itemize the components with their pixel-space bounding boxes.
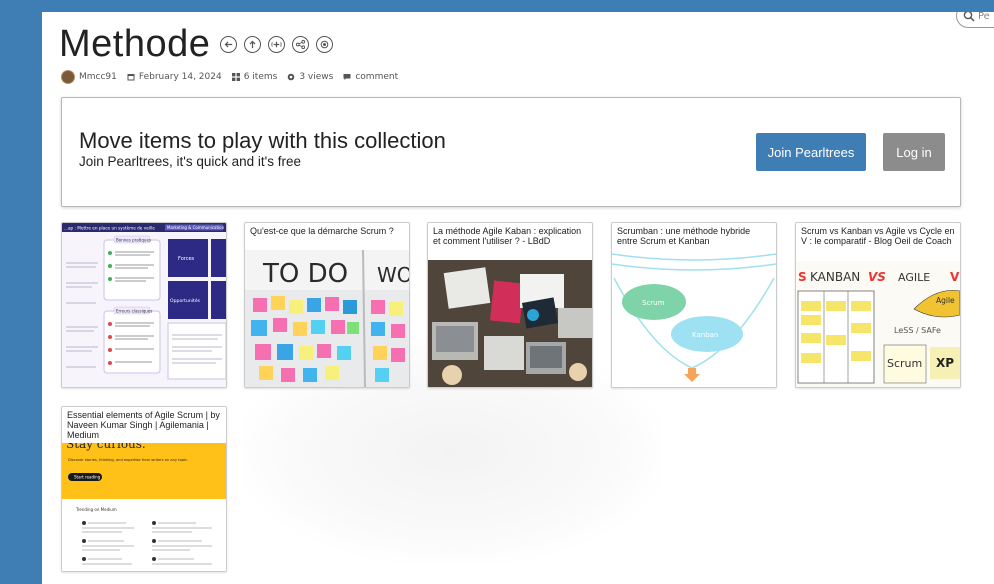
author-name[interactable]: Mmcc91	[79, 72, 117, 82]
infographic-header-left: ...ap : Mettre en place un système de ve…	[64, 226, 155, 231]
collection-meta: Mmcc91 February 14, 2024 6 items 3 views…	[61, 70, 408, 84]
scrum-board-photo: TO DO WOR	[245, 249, 409, 387]
medium-trending-heading: Trending on Medium	[75, 507, 117, 512]
comparatif-xp-label: XP	[936, 356, 954, 370]
comparatif-illustration: S KANBAN VS AGILE V Agile LeSS / SAFe Sc…	[796, 261, 960, 387]
eye-icon	[288, 73, 295, 81]
add-icon[interactable]	[268, 35, 286, 53]
diagram-kanban-label: Kanban	[692, 331, 718, 339]
join-subline: Join Pearltrees, it's quick and it's fre…	[79, 154, 302, 169]
items-count: 6 items	[243, 72, 278, 82]
board-work-text: WOR	[377, 263, 409, 287]
svg-text:V: V	[950, 270, 960, 284]
back-icon[interactable]	[220, 35, 238, 53]
avatar[interactable]	[61, 70, 75, 84]
infographic-box1-title: Bonnes pratiques	[116, 237, 151, 242]
calendar-icon	[127, 74, 135, 81]
infographic-header-right: Marketing & Communication	[167, 225, 225, 230]
meeting-desk-photo	[428, 260, 592, 387]
target-icon[interactable]	[316, 35, 334, 53]
date-label: February 14, 2024	[138, 72, 222, 82]
search-icon	[963, 12, 975, 22]
collection-page: Pe Methode Mmcc91 February 14, 2024 6 it…	[42, 12, 994, 584]
card-caption: La méthode Agile Kaban : explication et …	[433, 226, 582, 246]
up-icon[interactable]	[244, 35, 262, 53]
collection-item-card[interactable]: Scrumban : une méthode hybride entre Scr…	[611, 222, 777, 388]
medium-banner-text: Stay curious.	[66, 443, 146, 451]
card-caption: Essential elements of Agile Scrum | by N…	[67, 410, 220, 440]
collection-item-card[interactable]: La méthode Agile Kaban : explication et …	[427, 222, 593, 388]
grid-icon	[231, 73, 240, 81]
page-title: Methode	[59, 23, 211, 65]
collection-item-card[interactable]: Essential elements of Agile Scrum | by N…	[61, 406, 227, 572]
log-in-button[interactable]: Log in	[883, 133, 945, 171]
comment-link[interactable]: comment	[355, 72, 398, 82]
collection-item-card[interactable]: ...ap : Mettre en place un système de ve…	[61, 222, 227, 388]
comment-icon	[343, 74, 351, 80]
infographic-box2-title: Erreurs classiques	[116, 308, 152, 313]
share-icon[interactable]	[292, 35, 310, 53]
search-box[interactable]: Pe	[956, 12, 994, 28]
medium-banner-subtitle: Discover stories, thinking, and expertis…	[68, 458, 188, 462]
card-caption: Qu'est-ce que la démarche Scrum ?	[250, 226, 394, 236]
join-pearltrees-button[interactable]: Join Pearltrees	[756, 133, 866, 171]
card-caption: Scrum vs Kanban vs Agile vs Cycle en V :…	[801, 226, 955, 246]
comparatif-agile-small-label: Agile	[936, 296, 955, 305]
infographic-thumbnail: ...ap : Mettre en place un système de ve…	[62, 223, 226, 387]
comparatif-less-safe-label: LeSS / SAFe	[894, 326, 941, 335]
card-caption: Scrumban : une méthode hybride entre Scr…	[617, 226, 751, 246]
comparatif-kanban-label: KANBAN	[810, 270, 860, 284]
svg-text:S: S	[798, 270, 807, 284]
scrumban-diagram: Scrum Kanban	[612, 250, 776, 387]
diagram-scrum-label: Scrum	[642, 299, 665, 307]
medium-page-thumbnail: Stay curious. Discover stories, thinking…	[62, 437, 226, 571]
comparatif-scrum-label: Scrum	[887, 357, 922, 370]
views-count: 3 views	[299, 72, 334, 82]
comparatif-agile-label: AGILE	[898, 271, 930, 284]
comparatif-vs-label: VS	[868, 270, 886, 284]
collection-item-card[interactable]: Qu'est-ce que la démarche Scrum ? TO DO …	[244, 222, 410, 388]
board-todo-text: TO DO	[262, 259, 348, 289]
join-headline: Move items to play with this collection	[79, 128, 446, 153]
collection-item-card[interactable]: Scrum vs Kanban vs Agile vs Cycle en V :…	[795, 222, 961, 388]
search-placeholder: Pe	[978, 12, 990, 22]
infographic-tile-opportunites: Opportunités	[170, 297, 201, 304]
infographic-tile-forces: Forces	[178, 256, 195, 262]
medium-start-reading-button: Start reading	[74, 475, 101, 480]
join-prompt-box: Move items to play with this collection …	[61, 97, 961, 207]
